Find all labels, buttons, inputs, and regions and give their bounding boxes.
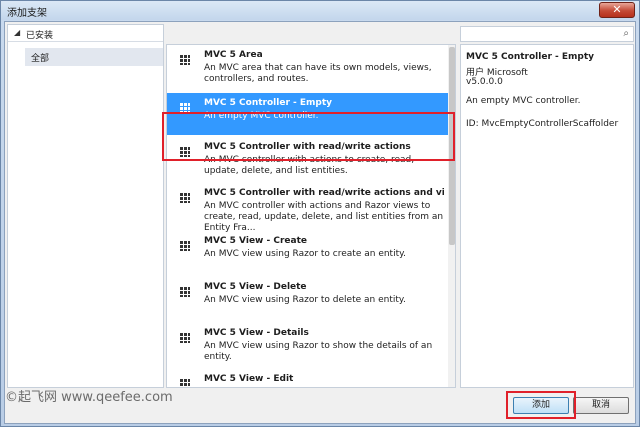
list-item-description: An MVC controller with actions and Razor…	[204, 201, 444, 233]
list-item-description: An MVC area that can have its own models…	[204, 63, 432, 84]
list-item-title: MVC 5 View - Details	[204, 328, 309, 338]
list-item[interactable]: MVC 5 View - Details An MVC view using R…	[167, 323, 447, 369]
list-scrollbar[interactable]	[448, 45, 455, 387]
expand-arrow-icon[interactable]: ◢	[14, 28, 20, 37]
close-button[interactable]: ✕	[599, 2, 635, 18]
search-icon[interactable]: ⌕	[623, 28, 629, 39]
list-item-title: MVC 5 Controller - Empty	[204, 98, 333, 108]
detail-panel: MVC 5 Controller - Empty 用户 Microsoft v5…	[460, 44, 634, 388]
detail-id: ID: MvcEmptyControllerScaffolder	[466, 119, 619, 129]
list-item-description: An MVC view using Razor to create an ent…	[204, 249, 407, 259]
list-item-title: MVC 5 Area	[204, 50, 263, 60]
list-item-title: MVC 5 View - Create	[204, 236, 307, 246]
scaffold-grid-icon	[180, 287, 190, 297]
cancel-button[interactable]: 取消	[573, 397, 629, 414]
list-item[interactable]: MVC 5 Area An MVC area that can have its…	[167, 45, 447, 91]
list-item-title: MVC 5 View - Edit	[204, 374, 294, 384]
list-item-description: An MVC view using Razor to delete an ent…	[204, 295, 406, 305]
tree-node-label: 已安装	[26, 31, 54, 41]
add-button-highlight-box	[506, 391, 576, 419]
search-input[interactable]: ⌕	[460, 26, 634, 42]
detail-description: An empty MVC controller.	[466, 96, 581, 106]
scaffold-grid-icon	[180, 55, 190, 65]
scaffold-grid-icon	[180, 241, 190, 251]
add-scaffold-dialog: 添加支架 ✕ ◢ 已安装 全部 MVC 5 Area An MVC area t…	[0, 0, 640, 427]
scaffold-grid-icon	[180, 333, 190, 343]
scaffold-list: MVC 5 Area An MVC area that can have its…	[166, 44, 456, 388]
list-item-title: MVC 5 Controller with read/write actions…	[204, 188, 444, 198]
detail-version: v5.0.0.0	[466, 77, 503, 87]
window-title: 添加支架	[7, 8, 47, 19]
category-tree: ◢ 已安装 全部	[7, 24, 164, 388]
title-bar: 添加支架 ✕	[1, 1, 639, 20]
scaffold-grid-icon	[180, 379, 190, 387]
tree-item-all[interactable]: 全部	[25, 48, 163, 66]
scaffold-grid-icon	[180, 193, 190, 203]
list-item[interactable]: MVC 5 View - Create An MVC view using Ra…	[167, 231, 447, 277]
tree-node-installed[interactable]: ◢ 已安装	[8, 25, 163, 42]
selection-highlight-box	[162, 112, 455, 161]
watermark-text: ©起飞网 www.qeefee.com	[5, 390, 173, 405]
tree-item-label: 全部	[31, 54, 50, 64]
list-item[interactable]: MVC 5 View - Edit	[167, 369, 447, 387]
list-item-description: An MVC view using Razor to show the deta…	[204, 341, 433, 362]
list-item[interactable]: MVC 5 View - Delete An MVC view using Ra…	[167, 277, 447, 323]
detail-title: MVC 5 Controller - Empty	[466, 52, 595, 62]
list-item-title: MVC 5 View - Delete	[204, 282, 307, 292]
list-item[interactable]: MVC 5 Controller with read/write actions…	[167, 183, 447, 233]
dialog-client-area: ◢ 已安装 全部 MVC 5 Area An MVC area that can…	[4, 21, 636, 424]
